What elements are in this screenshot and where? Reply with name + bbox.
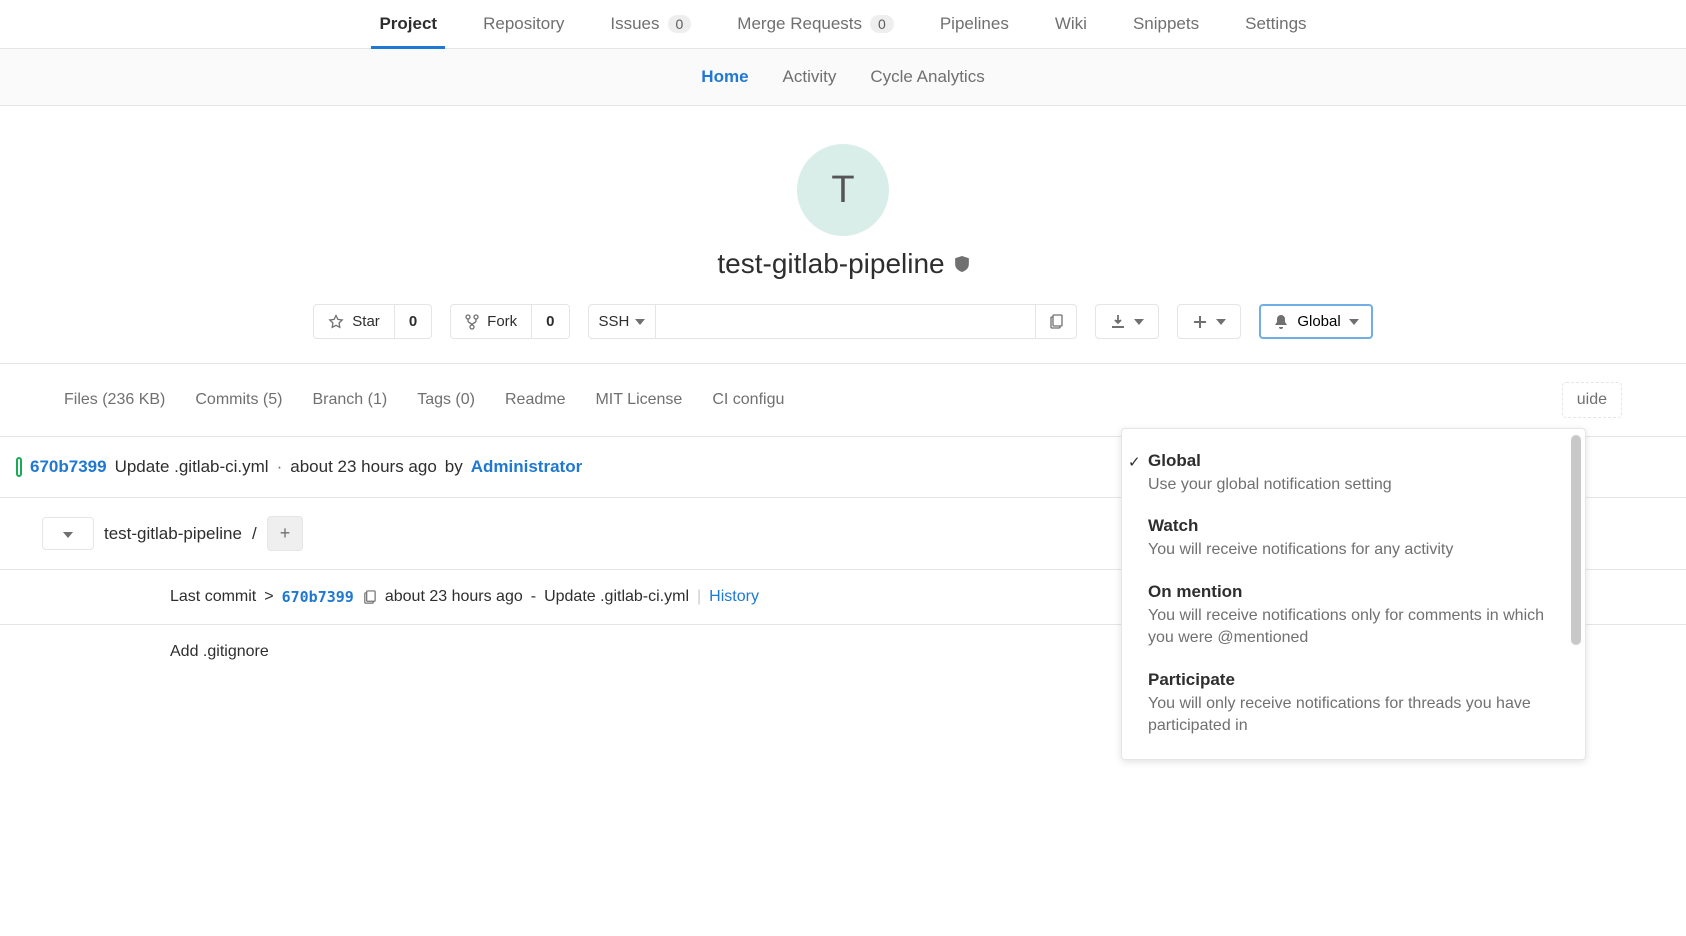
stat-readme[interactable]: Readme	[505, 391, 565, 409]
stat-ci-config[interactable]: CI configu	[712, 391, 784, 409]
project-avatar: T	[797, 144, 889, 236]
subtab-cycle-analytics[interactable]: Cycle Analytics	[870, 67, 984, 87]
download-icon	[1110, 314, 1126, 330]
tab-snippets[interactable]: Snippets	[1125, 0, 1207, 48]
fork-button[interactable]: Fork	[450, 304, 532, 339]
chevron-down-icon	[1216, 319, 1226, 325]
tab-merge-requests[interactable]: Merge Requests0	[729, 0, 902, 48]
check-icon: ✓	[1128, 453, 1141, 471]
breadcrumb-path[interactable]: test-gitlab-pipeline	[104, 524, 242, 544]
notification-option-watch[interactable]: Watch You will receive notifications for…	[1122, 506, 1585, 571]
clone-group: SSH	[588, 304, 1078, 339]
project-name: test-gitlab-pipeline	[717, 248, 968, 280]
privacy-icon	[955, 256, 969, 272]
commit-author-link[interactable]: Administrator	[471, 457, 582, 477]
notification-dropdown: ✓ Global Use your global notification se…	[1121, 428, 1586, 760]
pipeline-status-icon	[16, 457, 22, 477]
branch-select[interactable]	[42, 517, 94, 550]
tab-pipelines[interactable]: Pipelines	[932, 0, 1017, 48]
top-nav: Project Repository Issues0 Merge Request…	[0, 0, 1686, 49]
clone-url-input[interactable]	[656, 304, 1036, 339]
file-commit-message[interactable]: Add .gitignore	[170, 643, 269, 661]
notification-option-global[interactable]: ✓ Global Use your global notification se…	[1122, 441, 1585, 506]
copy-icon	[1048, 314, 1064, 330]
issues-badge: 0	[668, 15, 692, 33]
commit-message: Update .gitlab-ci.yml	[115, 457, 269, 477]
clone-protocol-select[interactable]: SSH	[588, 304, 657, 339]
fork-group: Fork 0	[450, 304, 569, 339]
scrollbar[interactable]	[1571, 435, 1581, 645]
add-button[interactable]	[1177, 304, 1241, 339]
stats-bar: Files (236 KB) Commits (5) Branch (1) Ta…	[0, 363, 1686, 437]
action-bar: Star 0 Fork 0 SSH Global	[0, 304, 1686, 363]
notification-option-participate[interactable]: Participate You will only receive notifi…	[1122, 660, 1585, 748]
star-icon	[328, 314, 344, 330]
fork-icon	[465, 314, 479, 330]
add-guide-placeholder[interactable]: uide	[1562, 382, 1622, 418]
copy-icon[interactable]	[362, 590, 377, 605]
commit-time: about 23 hours ago	[290, 457, 437, 477]
tab-repository[interactable]: Repository	[475, 0, 572, 48]
last-commit-sha-link[interactable]: 670b7399	[282, 588, 354, 606]
plus-icon: +	[280, 523, 291, 543]
star-group: Star 0	[313, 304, 432, 339]
plus-icon	[1192, 314, 1208, 330]
stat-license[interactable]: MIT License	[595, 391, 682, 409]
stat-files[interactable]: Files (236 KB)	[64, 391, 165, 409]
subtab-activity[interactable]: Activity	[783, 67, 837, 87]
stat-tags[interactable]: Tags (0)	[417, 391, 475, 409]
bell-icon	[1273, 314, 1289, 330]
history-link[interactable]: History	[709, 588, 759, 606]
add-file-button[interactable]: +	[267, 516, 304, 551]
notification-option-on-mention[interactable]: On mention You will receive notification…	[1122, 572, 1585, 660]
tab-issues[interactable]: Issues0	[602, 0, 699, 48]
chevron-down-icon	[1134, 319, 1144, 325]
commit-sha-link[interactable]: 670b7399	[30, 457, 107, 477]
chevron-down-icon	[63, 532, 73, 538]
star-button[interactable]: Star	[313, 304, 395, 339]
tab-wiki[interactable]: Wiki	[1047, 0, 1095, 48]
chevron-down-icon	[635, 319, 645, 325]
last-commit-message: Update .gitlab-ci.yml	[544, 588, 689, 606]
star-count: 0	[395, 304, 432, 339]
project-header: T test-gitlab-pipeline	[0, 106, 1686, 304]
sub-nav: Home Activity Cycle Analytics	[0, 49, 1686, 106]
subtab-home[interactable]: Home	[701, 67, 748, 87]
mr-badge: 0	[870, 15, 894, 33]
copy-url-button[interactable]	[1036, 304, 1077, 339]
tab-project[interactable]: Project	[371, 0, 445, 48]
chevron-down-icon	[1349, 319, 1359, 325]
download-button[interactable]	[1095, 304, 1159, 339]
stat-branch[interactable]: Branch (1)	[312, 391, 387, 409]
stat-commits[interactable]: Commits (5)	[195, 391, 282, 409]
fork-count: 0	[532, 304, 569, 339]
last-commit-time: about 23 hours ago	[385, 588, 523, 606]
last-commit-label: Last commit	[170, 588, 256, 606]
tab-settings[interactable]: Settings	[1237, 0, 1314, 48]
notification-button[interactable]: Global	[1259, 304, 1372, 339]
